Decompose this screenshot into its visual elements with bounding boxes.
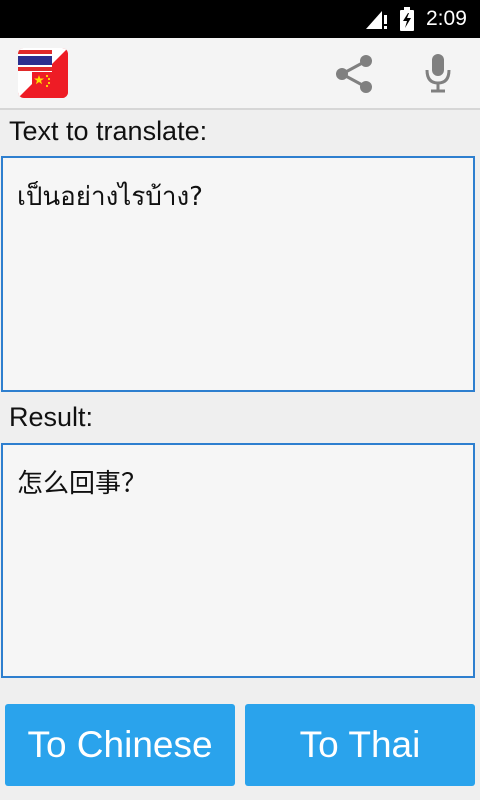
to-thai-button[interactable]: To Thai <box>245 704 475 786</box>
to-chinese-button[interactable]: To Chinese <box>5 704 235 786</box>
translate-input[interactable]: เป็นอย่างไรบ้าง? <box>1 156 475 392</box>
input-label: Text to translate: <box>9 116 208 146</box>
action-bar <box>0 38 480 110</box>
thai-chinese-flag-icon[interactable] <box>18 48 68 98</box>
share-icon[interactable] <box>332 54 376 94</box>
battery-charging-icon <box>400 7 414 31</box>
result-output[interactable]: 怎么回事？ <box>1 443 475 678</box>
status-bar: 2:09 <box>0 0 480 38</box>
status-time: 2:09 <box>426 7 467 30</box>
result-label: Result: <box>9 402 94 432</box>
signal-icon <box>366 11 387 29</box>
microphone-icon[interactable] <box>418 52 458 94</box>
